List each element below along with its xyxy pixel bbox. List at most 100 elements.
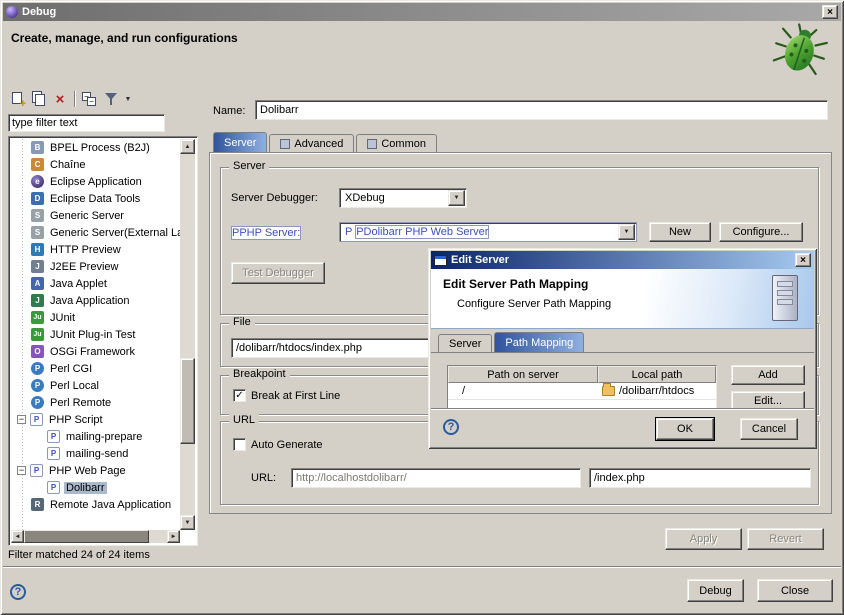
window-titlebar[interactable]: Debug × (3, 3, 841, 21)
tree-item[interactable]: Generic Server (11, 207, 180, 224)
php-script-file-icon (47, 447, 60, 460)
tree-expander-icon[interactable]: − (17, 466, 26, 475)
menu-dropdown-icon[interactable]: ▼ (122, 89, 134, 109)
tree-item[interactable]: JUnit Plug-in Test (11, 326, 180, 343)
tab-advanced[interactable]: Advanced (269, 134, 354, 152)
tree-item-label: Generic Server(External La (48, 227, 180, 239)
folder-icon (602, 386, 615, 396)
scroll-down-icon[interactable]: ▼ (180, 515, 195, 530)
edit-button[interactable]: Edit... (731, 391, 805, 408)
chevron-down-icon[interactable]: ▼ (448, 190, 465, 206)
tree-vertical-scrollbar[interactable]: ▲ ▼ (180, 139, 195, 530)
tree-item[interactable]: Eclipse Data Tools (11, 190, 180, 207)
tree-item-label: PHP Script (47, 414, 105, 426)
window-title: Debug (22, 6, 818, 18)
help-icon[interactable]: ? (10, 584, 26, 600)
table-cell-local-path[interactable]: /dolibarr/htdocs (598, 383, 716, 400)
tab-label: Server (224, 137, 256, 149)
tree-item[interactable]: −PHP Web Page (11, 462, 180, 479)
scroll-left-icon[interactable]: ◄ (11, 530, 24, 543)
scroll-right-icon[interactable]: ► (167, 530, 180, 543)
tree-expander-icon[interactable]: − (17, 415, 26, 424)
url-path-input[interactable] (589, 468, 811, 488)
filter-icon[interactable] (101, 89, 121, 109)
php-script-file-icon (47, 430, 60, 443)
auto-generate-checkbox[interactable]: ✓ (233, 438, 246, 451)
tree-item[interactable]: HTTP Preview (11, 241, 180, 258)
server-group-title: Server (229, 160, 269, 172)
eclipse-icon (6, 6, 18, 18)
tree-item[interactable]: JUnit (11, 309, 180, 326)
php-server-label: PHP Server: (231, 226, 301, 240)
tree-item-label: Generic Server (48, 210, 126, 222)
tree-item[interactable]: OSGi Framework (11, 343, 180, 360)
dialog-tab-server[interactable]: Server (438, 334, 492, 352)
tree-item-label: Remote Java Application (48, 499, 173, 511)
ok-button[interactable]: OK (656, 418, 714, 440)
tree-item-label: JUnit Plug-in Test (48, 329, 137, 341)
tree-horizontal-scrollbar[interactable]: ◄ ► (11, 530, 180, 543)
tree-item-label: mailing-prepare (64, 431, 144, 443)
column-header-local-path[interactable]: Local path (598, 366, 716, 383)
base-url-input[interactable] (291, 468, 581, 488)
tree-item[interactable]: Perl Local (11, 377, 180, 394)
new-configuration-icon[interactable]: + (8, 89, 28, 109)
tree-item[interactable]: Generic Server(External La (11, 224, 180, 241)
tree-item[interactable]: Eclipse Application (11, 173, 180, 190)
dialog-help-icon[interactable]: ? (443, 419, 459, 435)
collapse-all-icon[interactable]: −− (80, 89, 100, 109)
path-mapping-table[interactable]: Path on server Local path / /dolibarr/ht… (447, 365, 717, 408)
tree-item[interactable]: Perl CGI (11, 360, 180, 377)
duplicate-icon[interactable] (29, 89, 49, 109)
dialog-button-bar: ? OK Cancel (431, 408, 814, 446)
java-applet-icon (31, 277, 44, 290)
tree-item[interactable]: Remote Java Application (11, 496, 180, 513)
close-button[interactable]: Close (757, 579, 833, 602)
vertical-scroll-thumb[interactable] (180, 358, 195, 444)
scroll-up-icon[interactable]: ▲ (180, 139, 195, 154)
name-input[interactable] (255, 100, 828, 120)
dialog-tabs: Server Path Mapping (438, 334, 586, 352)
tree-item[interactable]: Chaîne (11, 156, 180, 173)
window-close-button[interactable]: × (822, 5, 838, 19)
tree-item[interactable]: BPEL Process (B2J) (11, 139, 180, 156)
tab-label: Path Mapping (505, 337, 573, 349)
filter-input[interactable] (8, 114, 165, 132)
cancel-button[interactable]: Cancel (740, 418, 798, 440)
column-header-path-on-server[interactable]: Path on server (448, 366, 598, 383)
dialog-close-button[interactable]: × (795, 253, 811, 267)
test-debugger-button[interactable]: Test Debugger (231, 262, 325, 284)
apply-button[interactable]: Apply (665, 528, 742, 550)
debug-button[interactable]: Debug (687, 579, 744, 602)
server-debugger-select[interactable]: XDebug ▼ (339, 188, 467, 208)
table-cell-path[interactable]: / (448, 383, 598, 400)
auto-generate-label: Auto Generate (251, 439, 323, 451)
tree-item-label: Java Application (48, 295, 132, 307)
horizontal-scroll-thumb[interactable] (24, 530, 149, 543)
php-server-select[interactable]: Dolibarr PHP Web Server ▼ (339, 222, 637, 242)
tree-item[interactable]: mailing-prepare (11, 428, 180, 445)
break-at-first-line-checkbox[interactable]: ✓ (233, 389, 246, 402)
tab-label: Server (449, 338, 481, 350)
new-server-button[interactable]: New (649, 222, 711, 242)
add-button[interactable]: Add (731, 365, 805, 385)
chevron-down-icon[interactable]: ▼ (618, 224, 635, 240)
tree-item[interactable]: mailing-send (11, 445, 180, 462)
tree-item[interactable]: J2EE Preview (11, 258, 180, 275)
dialog-tab-path-mapping[interactable]: Path Mapping (494, 332, 584, 352)
tab-server[interactable]: Server (213, 132, 267, 152)
delete-icon[interactable]: × (50, 89, 70, 109)
tree-item[interactable]: Java Application (11, 292, 180, 309)
tree-item[interactable]: − PHP Script (11, 411, 180, 428)
tree-item[interactable]: Dolibarr (11, 479, 180, 496)
dialog-titlebar[interactable]: Edit Server × (431, 251, 814, 269)
php-web-page-icon (30, 464, 43, 477)
tree-item[interactable]: Java Applet (11, 275, 180, 292)
revert-button[interactable]: Revert (747, 528, 824, 550)
tree-item[interactable]: Perl Remote (11, 394, 180, 411)
configure-button[interactable]: Configure... (719, 222, 803, 242)
url-label: URL: (251, 472, 276, 484)
tab-common[interactable]: Common (356, 134, 437, 152)
edit-server-dialog: Edit Server × Edit Server Path Mapping C… (428, 248, 817, 449)
php-script-icon (30, 413, 43, 426)
